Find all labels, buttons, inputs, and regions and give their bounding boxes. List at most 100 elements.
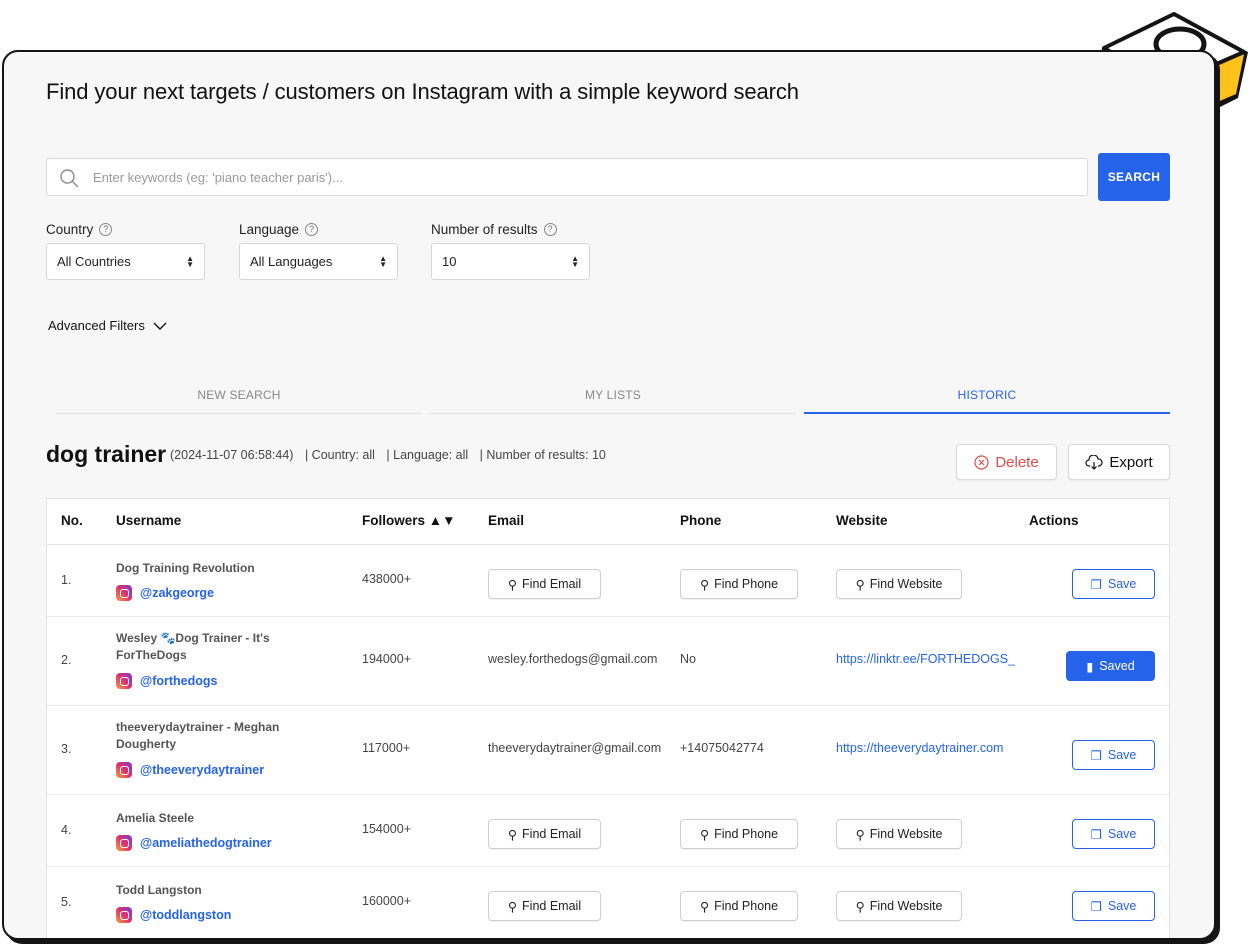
search-icon [60, 169, 79, 188]
find-email-button[interactable]: ⚲ Find Email [488, 819, 601, 849]
language-value: All Languages [250, 254, 333, 269]
find-website-label: Find Website [869, 827, 943, 841]
row-followers: 194000+ [362, 652, 412, 666]
tab-bar: NEW SEARCH MY LISTS HISTORIC [56, 382, 1170, 414]
search-input[interactable] [93, 159, 1073, 195]
header-username: Username [116, 513, 182, 528]
export-button[interactable]: Export [1068, 444, 1170, 480]
advanced-filters-toggle[interactable]: Advanced Filters [48, 318, 167, 333]
row-website-link[interactable]: https://theeverydaytrainer.com [836, 741, 1003, 755]
history-language: | Language: all [386, 448, 469, 462]
history-timestamp: (2024-11-07 06:58:44) [170, 448, 294, 462]
table-row: 3. theeverydaytrainer - Meghan Dougherty… [47, 706, 1169, 795]
tab-my-lists[interactable]: MY LISTS [430, 382, 796, 414]
bookmark-filled-icon: ▮ [1086, 659, 1094, 674]
row-username: Amelia Steele [116, 811, 195, 825]
search-button[interactable]: SEARCH [1098, 153, 1170, 201]
table-row: 5. Todd Langston @toddlangston 160000+ ⚲… [47, 867, 1169, 938]
save-button[interactable]: ❒ Save [1072, 819, 1155, 849]
find-website-label: Find Website [869, 899, 943, 913]
country-value: All Countries [57, 254, 131, 269]
save-label: Save [1107, 827, 1137, 841]
row-number: 2. [61, 653, 72, 667]
row-email[interactable]: theeverydaytrainer@gmail.com [488, 741, 661, 755]
country-label: Country [46, 221, 94, 237]
cloud-download-icon [1085, 454, 1103, 470]
advanced-filters-label: Advanced Filters [48, 318, 145, 333]
sort-arrows-icon: ▲ ▼ [186, 253, 194, 269]
tab-new-search[interactable]: NEW SEARCH [56, 382, 422, 414]
results-select[interactable]: 10 ▲ ▼ [431, 243, 590, 280]
row-handle: @forthedogs [140, 674, 218, 688]
delete-button[interactable]: Delete [956, 444, 1057, 480]
find-website-button[interactable]: ⚲ Find Website [836, 891, 962, 921]
find-phone-label: Find Phone [714, 899, 779, 913]
find-website-button[interactable]: ⚲ Find Website [836, 569, 962, 599]
language-filter: Language? All Languages ▲ ▼ [239, 220, 398, 280]
search-icon: ⚲ [507, 827, 518, 842]
instagram-icon [116, 835, 132, 851]
find-email-button[interactable]: ⚲ Find Email [488, 891, 601, 921]
language-label: Language [239, 221, 300, 237]
results-value: 10 [442, 254, 457, 269]
sort-arrows-icon: ▲ ▼ [571, 253, 579, 269]
table-row: 1. Dog Training Revolution @zakgeorge 43… [47, 545, 1169, 617]
table-header: No. Username Followers ▲▼ Email Phone We… [47, 499, 1169, 545]
find-website-label: Find Website [869, 577, 943, 591]
find-phone-button[interactable]: ⚲ Find Phone [680, 891, 798, 921]
delete-icon [974, 454, 989, 470]
history-results: | Number of results: 10 [479, 448, 606, 462]
help-icon[interactable]: ? [99, 222, 113, 236]
find-phone-button[interactable]: ⚲ Find Phone [680, 569, 798, 599]
search-bar[interactable] [46, 158, 1088, 196]
row-handle-link[interactable]: @zakgeorge [116, 585, 214, 601]
save-button[interactable]: ❒ Save [1072, 891, 1155, 921]
row-handle: @theeverydaytrainer [140, 763, 265, 777]
row-phone: No [680, 652, 696, 666]
instagram-icon [116, 673, 132, 689]
export-label: Export [1109, 453, 1153, 471]
instagram-icon [116, 907, 132, 923]
find-email-button[interactable]: ⚲ Find Email [488, 569, 601, 599]
chevron-down-icon [153, 322, 167, 330]
tab-historic[interactable]: HISTORIC [804, 382, 1170, 414]
header-no: No. [61, 513, 83, 528]
search-icon: ⚲ [699, 827, 710, 842]
row-number: 1. [61, 573, 72, 587]
row-website-link[interactable]: https://linktr.ee/FORTHEDOGS_ [836, 652, 1015, 666]
find-website-button[interactable]: ⚲ Find Website [836, 819, 962, 849]
language-select[interactable]: All Languages ▲ ▼ [239, 243, 398, 280]
help-icon[interactable]: ? [305, 222, 319, 236]
row-followers: 160000+ [362, 894, 412, 908]
saved-button[interactable]: ▮ Saved [1066, 651, 1155, 681]
row-handle-link[interactable]: @toddlangston [116, 907, 231, 923]
row-handle-link[interactable]: @ameliathedogtrainer [116, 835, 272, 851]
row-handle-link[interactable]: @theeverydaytrainer [116, 762, 264, 778]
row-followers: 154000+ [362, 822, 412, 836]
find-email-label: Find Email [522, 899, 582, 913]
results-label: Number of results [431, 221, 538, 237]
help-icon[interactable]: ? [543, 222, 557, 236]
header-phone: Phone [680, 513, 722, 528]
country-filter: Country? All Countries ▲ ▼ [46, 220, 205, 280]
history-meta: (2024-11-07 06:58:44) | Country: all | L… [170, 448, 614, 462]
find-email-label: Find Email [522, 827, 582, 841]
header-website: Website [836, 513, 888, 528]
find-phone-button[interactable]: ⚲ Find Phone [680, 819, 798, 849]
country-select[interactable]: All Countries ▲ ▼ [46, 243, 205, 280]
header-followers[interactable]: Followers ▲▼ [362, 513, 456, 528]
row-handle-link[interactable]: @forthedogs [116, 673, 217, 689]
search-icon: ⚲ [699, 899, 710, 914]
row-handle: @zakgeorge [140, 586, 215, 600]
save-label: Save [1107, 748, 1137, 762]
row-email[interactable]: wesley.forthedogs@gmail.com [488, 652, 657, 666]
header-actions: Actions [1029, 513, 1079, 528]
row-username: Wesley 🐾Dog Trainer - It's ForTheDogs [116, 631, 270, 662]
results-filter: Number of results? 10 ▲ ▼ [431, 220, 590, 280]
save-button[interactable]: ❒ Save [1072, 740, 1155, 770]
save-button[interactable]: ❒ Save [1072, 569, 1155, 599]
search-icon: ⚲ [699, 577, 710, 592]
bookmark-icon: ❒ [1090, 748, 1102, 763]
row-followers: 117000+ [362, 741, 411, 755]
search-icon: ⚲ [855, 899, 865, 914]
